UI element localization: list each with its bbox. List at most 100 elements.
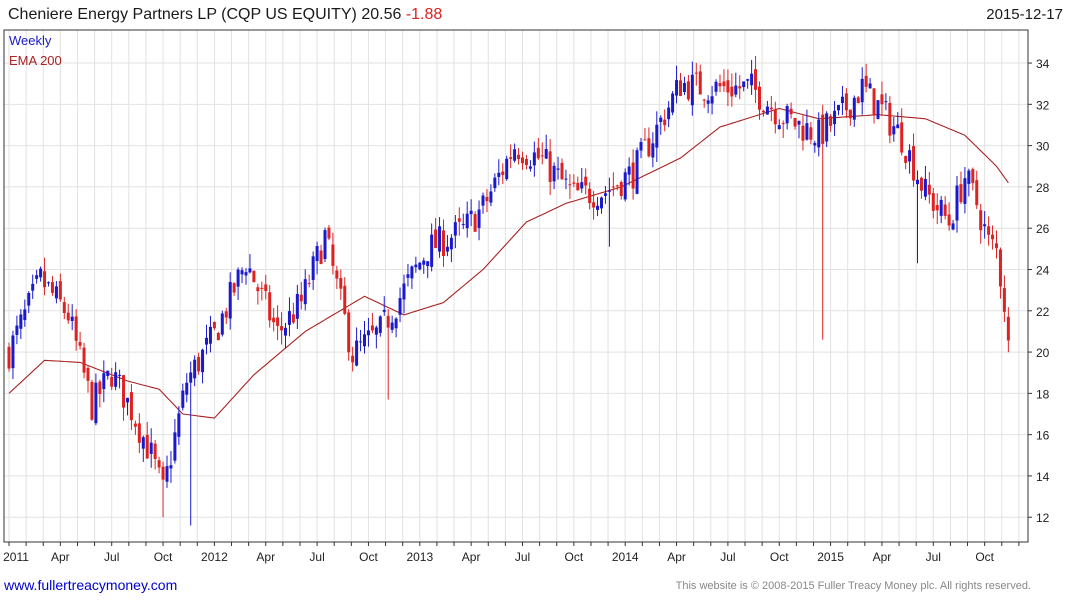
- candle: [422, 257, 426, 274]
- candle: [366, 317, 370, 347]
- candle-body: [777, 125, 781, 130]
- candle-body: [256, 287, 260, 292]
- candle: [363, 321, 366, 354]
- candle-body: [659, 117, 663, 123]
- candle-body: [319, 250, 323, 264]
- candle: [765, 100, 769, 115]
- candle: [236, 267, 240, 301]
- copyright-notice: This website is © 2008-2015 Fuller Treac…: [675, 580, 1031, 592]
- candle: [118, 369, 122, 389]
- candle-body: [39, 268, 43, 278]
- candle: [287, 297, 291, 337]
- candle-body: [410, 266, 414, 279]
- candle-body: [829, 116, 833, 126]
- candle-body: [43, 271, 47, 288]
- candle-body: [248, 268, 252, 273]
- candle-body: [734, 85, 738, 95]
- candle-body: [927, 184, 931, 195]
- candle-body: [106, 370, 110, 377]
- ema-line-layer: [8, 107, 1009, 419]
- candle: [576, 176, 580, 191]
- candle-body: [137, 423, 141, 443]
- candle: [473, 211, 477, 233]
- candle-body: [781, 123, 785, 125]
- y-tick-label: 18: [1036, 387, 1050, 401]
- candle-body: [675, 80, 679, 96]
- candle: [868, 78, 872, 89]
- candle-body: [422, 260, 426, 265]
- candle: [386, 309, 390, 400]
- candle-body: [623, 172, 627, 200]
- candle-body: [469, 210, 473, 215]
- candle-body: [517, 154, 521, 160]
- candle: [777, 119, 781, 130]
- candle: [216, 331, 220, 341]
- candle-body: [596, 205, 600, 210]
- candle: [517, 147, 521, 165]
- candle: [667, 101, 671, 128]
- candle: [327, 225, 331, 241]
- candle-body: [58, 281, 62, 300]
- candle: [892, 116, 896, 142]
- candle: [888, 96, 892, 144]
- candle: [951, 219, 955, 231]
- candle: [390, 315, 394, 334]
- candle: [995, 230, 998, 259]
- candle-body: [461, 223, 465, 225]
- candle-body: [532, 152, 536, 166]
- candle-body: [572, 182, 576, 184]
- candle-body: [110, 376, 114, 387]
- candle-body: [236, 269, 240, 287]
- candle: [631, 149, 635, 200]
- candle-body: [758, 86, 761, 110]
- candle: [430, 223, 434, 272]
- candle: [927, 171, 931, 204]
- candle-body: [133, 423, 137, 427]
- candle-body: [821, 114, 825, 144]
- x-tick-label: Apr: [51, 550, 70, 564]
- candle-body: [94, 382, 98, 424]
- candle-body: [888, 102, 892, 136]
- candle-body: [205, 337, 208, 345]
- candle-body: [31, 283, 35, 291]
- candle-body: [339, 277, 343, 289]
- candle: [833, 100, 837, 136]
- candle: [991, 225, 995, 250]
- candle-body: [268, 292, 272, 321]
- candle-body: [224, 311, 228, 318]
- candle: [461, 213, 465, 230]
- candle-body: [347, 312, 351, 353]
- candle: [398, 287, 402, 323]
- candle-body: [315, 246, 319, 262]
- candle-body: [919, 177, 923, 191]
- candle-body: [280, 326, 284, 331]
- candle: [671, 91, 675, 116]
- candle: [291, 302, 295, 325]
- y-tick-label: 28: [1036, 181, 1050, 195]
- candle-body: [66, 312, 70, 321]
- candle-body: [141, 437, 145, 449]
- candle-body: [414, 264, 418, 268]
- candle-body: [181, 390, 185, 408]
- candle: [252, 270, 256, 283]
- candle: [347, 309, 351, 361]
- candle-body: [240, 270, 244, 275]
- candle-body: [220, 313, 224, 335]
- candle-body: [493, 177, 497, 189]
- candle: [212, 321, 216, 331]
- candle-body: [149, 442, 153, 454]
- candle: [319, 244, 323, 265]
- candle-body: [746, 79, 750, 81]
- website-link[interactable]: www.fullertreacymoney.com: [4, 577, 177, 593]
- candle-body: [607, 190, 611, 192]
- candle: [528, 160, 532, 172]
- candle-body: [959, 184, 963, 203]
- candle-body: [449, 237, 453, 250]
- x-tick-label: Jul: [104, 550, 119, 564]
- candle-body: [331, 244, 335, 266]
- candle-body: [884, 101, 888, 103]
- candle-body: [27, 292, 31, 306]
- candle-body: [114, 372, 118, 387]
- candle: [852, 95, 856, 127]
- candle-body: [102, 373, 106, 390]
